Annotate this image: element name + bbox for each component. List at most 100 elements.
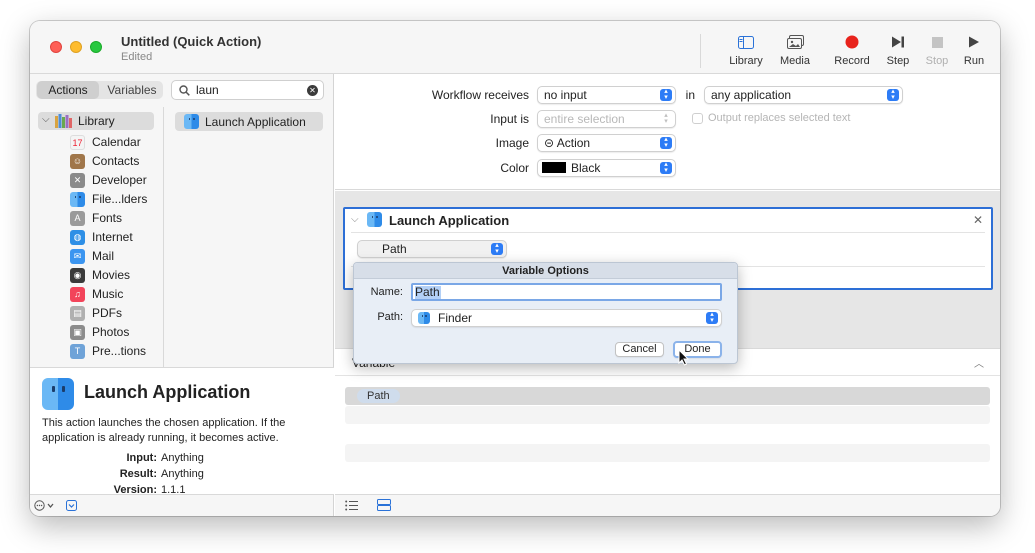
search-input[interactable] (196, 82, 306, 98)
library-bottom-bar (30, 494, 334, 516)
library-root-item[interactable]: ⌵ Library (38, 112, 154, 130)
calendar-icon: 17 (70, 135, 85, 150)
sidebar-item-developer[interactable]: ✕ Developer (70, 171, 162, 190)
image-value: ⊝ Action (544, 136, 591, 150)
input-is-popup[interactable]: entire selection ▴ ▾ (537, 110, 676, 128)
step-toolbar-button[interactable]: Step (883, 32, 913, 67)
media-toolbar-button[interactable]: Media (777, 32, 813, 67)
finder-icon (70, 192, 85, 207)
library-label: Library (729, 55, 763, 67)
minimize-window-button[interactable] (70, 41, 82, 53)
record-toolbar-button[interactable]: Record (830, 32, 874, 67)
search-field[interactable]: ✕ (171, 80, 324, 100)
stop-toolbar-button[interactable]: Stop (922, 32, 952, 67)
library-pane: Actions Variables ✕ ⌵ Library 17 Calendar… (30, 74, 334, 496)
description-toggle-icon[interactable] (66, 500, 77, 511)
workflow-properties: Workflow receives no input ▴ ▾ in any app… (335, 74, 1000, 190)
popup-arrows-icon: ▴ ▾ (706, 311, 718, 324)
library-icon (727, 32, 765, 52)
run-label: Run (963, 55, 985, 67)
color-label: Color (500, 161, 529, 175)
in-label: in (685, 88, 695, 102)
name-field[interactable] (411, 283, 722, 301)
sidebar-item-calendar[interactable]: 17 Calendar (70, 133, 162, 152)
sidebar-item-music[interactable]: ♫ Music (70, 285, 162, 304)
chevron-down-icon[interactable]: ⌵ (351, 214, 359, 225)
close-window-button[interactable] (50, 41, 62, 53)
chevron-down-icon[interactable]: ⌵ (42, 114, 50, 125)
popup-arrows-icon: ▴ ▾ (491, 242, 503, 255)
sidebar-item-contacts[interactable]: ☺ Contacts (70, 152, 162, 171)
record-icon (830, 32, 874, 52)
sidebar-item-label: Contacts (92, 154, 140, 168)
description-input-row: Input: Anything (50, 452, 320, 466)
sidebar-item-movies[interactable]: ◉ Movies (70, 266, 162, 285)
finder-icon (184, 114, 199, 129)
stop-icon (922, 32, 952, 52)
action-title: Launch Application (389, 213, 510, 228)
path-popup-value: Path (382, 242, 407, 256)
sidebar-item-label: Developer (92, 173, 147, 187)
mail-icon: ✉ (70, 249, 85, 264)
workflow-bottom-bar (335, 494, 1000, 516)
media-icon (777, 32, 813, 52)
library-category-list: ⌵ Library 17 Calendar ☺ Contacts ✕ Developer F… (30, 107, 164, 367)
sidebar-item-mail[interactable]: ✉ Mail (70, 247, 162, 266)
zoom-window-button[interactable] (90, 41, 102, 53)
workflow-view-icon[interactable] (377, 499, 391, 511)
output-replaces-label: Output replaces selected text (708, 112, 851, 124)
music-icon: ♫ (70, 287, 85, 302)
sidebar-item-finder[interactable]: File...lders (70, 190, 162, 209)
mouse-cursor-icon (678, 349, 689, 366)
color-swatch (542, 162, 566, 173)
action-item-launch-application[interactable]: Launch Application (175, 112, 323, 131)
finder-icon (418, 312, 430, 324)
application-popup[interactable]: any application ▴ ▾ (704, 86, 903, 104)
chevron-up-icon[interactable]: ︿ (974, 355, 984, 370)
action-results-list: Launch Application (165, 107, 334, 367)
fonts-icon: A (70, 211, 85, 226)
sidebar-item-label: Music (92, 287, 124, 301)
sidebar-item-label: PDFs (92, 306, 122, 320)
tab-variables[interactable]: Variables (102, 81, 162, 99)
cancel-button[interactable]: Cancel (615, 342, 664, 357)
path-popup[interactable]: Finder ▴ ▾ (411, 309, 722, 327)
workflow-receives-popup[interactable]: no input ▴ ▾ (537, 86, 676, 104)
list-view-icon[interactable] (345, 500, 358, 511)
sidebar-item-label: Photos (92, 325, 130, 339)
result-value: Anything (161, 468, 204, 480)
sidebar-item-label: Fonts (92, 211, 123, 225)
sidebar-item-label: Mail (92, 249, 115, 263)
pdfs-icon: ▤ (70, 306, 85, 321)
color-value: Black (571, 161, 601, 175)
record-label: Record (834, 55, 870, 67)
step-icon (883, 32, 913, 52)
run-icon (959, 32, 989, 52)
run-toolbar-button[interactable]: Run (959, 32, 989, 67)
name-input[interactable] (415, 285, 715, 299)
variable-row[interactable]: Path (345, 387, 990, 405)
sidebar-item-internet[interactable]: ◍ Internet (70, 228, 162, 247)
sidebar-item-presentations[interactable]: T Pre...tions (70, 342, 162, 361)
library-toolbar-button[interactable]: Library (727, 32, 765, 67)
action-menu-icon[interactable] (34, 500, 56, 511)
color-popup[interactable]: Black ▴ ▾ (537, 159, 676, 177)
path-value: Finder (438, 311, 473, 325)
workflow-receives-value: no input (544, 88, 587, 102)
clear-search-icon[interactable]: ✕ (307, 85, 318, 96)
search-icon (179, 85, 190, 96)
description-text: This action launches the chosen applicat… (42, 417, 286, 444)
internet-icon: ◍ (70, 230, 85, 245)
sidebar-item-fonts[interactable]: A Fonts (70, 209, 162, 228)
sidebar-item-label: Internet (92, 230, 133, 244)
sidebar-item-pdfs[interactable]: ▤ PDFs (70, 304, 162, 323)
window-title: Untitled (Quick Action) (121, 34, 262, 49)
output-replaces-checkbox[interactable] (692, 113, 703, 124)
path-variable-popup[interactable]: Path ▴ ▾ (357, 240, 507, 258)
toolbar-separator (700, 34, 701, 68)
close-action-icon[interactable]: ✕ (973, 213, 983, 227)
sidebar-item-photos[interactable]: ▣ Photos (70, 323, 162, 342)
variable-token-path[interactable]: Path (357, 389, 400, 403)
image-popup[interactable]: ⊝ Action ▴ ▾ (537, 134, 676, 152)
tab-actions[interactable]: Actions (37, 81, 99, 99)
